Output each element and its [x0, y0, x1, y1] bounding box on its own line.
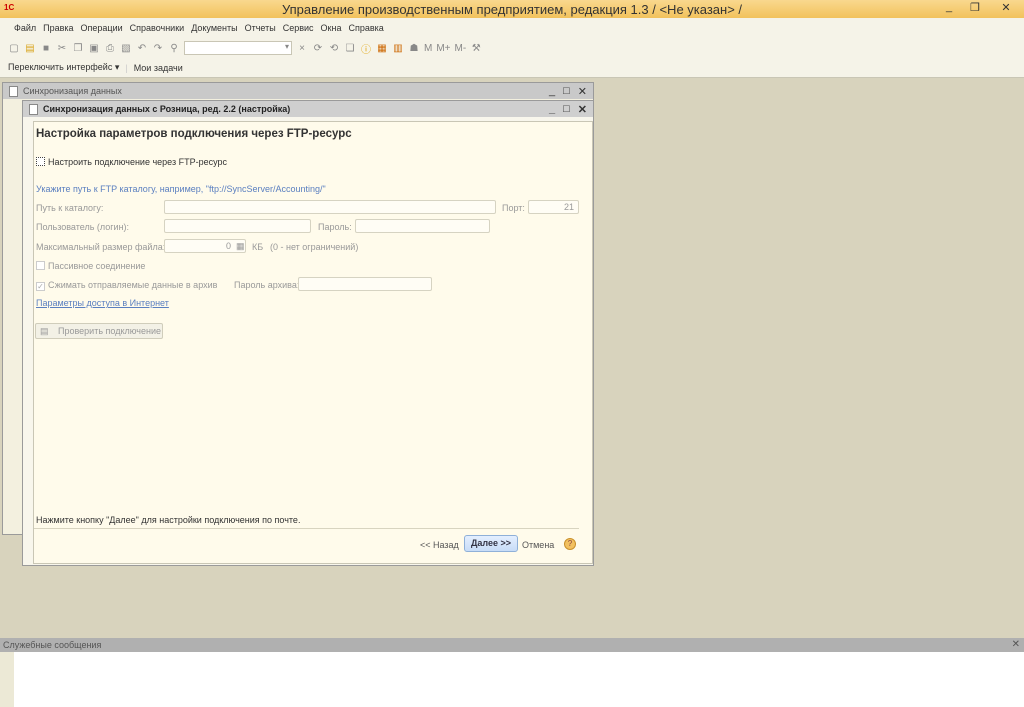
new-icon[interactable]: ▢ [8, 43, 20, 54]
check-icon: ▤ [40, 326, 49, 336]
calendar-icon[interactable]: ▥ [392, 43, 404, 54]
password-input[interactable] [355, 219, 490, 233]
users-icon[interactable]: ☗ [408, 43, 420, 54]
calculator-icon[interactable]: ▦ [376, 43, 388, 54]
title-bar: 1С Управление производственным предприят… [0, 0, 1024, 18]
preview-icon[interactable]: ▧ [120, 43, 132, 54]
document-icon [29, 103, 38, 115]
menu-bar: Файл Правка Операции Справочники Докумен… [0, 18, 1024, 38]
user-label: Пользователь (логин): [36, 222, 130, 232]
close-button[interactable]: ✕ [988, 0, 1024, 16]
restore-button[interactable]: ❐ [970, 1, 980, 14]
page-heading: Настройка параметров подключения через F… [36, 128, 352, 140]
my-tasks-button[interactable]: Мои задачи [134, 63, 183, 73]
menu-reports[interactable]: Отчеты [245, 23, 276, 33]
divider [34, 528, 579, 529]
check-connection-label: Проверить подключение [58, 326, 161, 336]
menu-help[interactable]: Справка [348, 23, 383, 33]
close-icon[interactable]: ✕ [1012, 638, 1020, 652]
passive-checkbox[interactable]: Пассивное соединение [36, 261, 145, 271]
port-label: Порт: [502, 203, 525, 213]
menu-windows[interactable]: Окна [321, 23, 342, 33]
copy-icon[interactable]: ❐ [72, 43, 84, 54]
cancel-button[interactable]: Отмена [522, 540, 554, 550]
maximize-icon[interactable]: □ [563, 103, 570, 116]
find-next-icon[interactable]: ⟳ [312, 43, 324, 54]
menu-catalogs[interactable]: Справочники [130, 23, 185, 33]
menu-edit[interactable]: Правка [43, 23, 73, 33]
memory-button[interactable]: M [424, 43, 432, 54]
maxsize-note: (0 - нет ограничений) [270, 242, 359, 252]
find-prev-icon[interactable]: ⟲ [328, 43, 340, 54]
redo-icon[interactable]: ↷ [152, 43, 164, 54]
open-icon[interactable]: ▤ [24, 43, 36, 54]
save-icon[interactable]: ■ [40, 43, 52, 54]
minimize-button[interactable]: _ [946, 1, 952, 13]
search-icon[interactable]: ⚲ [168, 43, 180, 54]
sync-dialog: Синхронизация данных с Розница, ред. 2.2… [22, 100, 594, 566]
memory-minus-button[interactable]: M- [455, 43, 467, 54]
menu-service[interactable]: Сервис [283, 23, 314, 33]
ftp-checkbox-label: Настроить подключение через FTP-ресурс [48, 157, 227, 167]
undo-icon[interactable]: ↶ [136, 43, 148, 54]
cut-icon[interactable]: ✂ [56, 43, 68, 54]
panel-toolbar: Переключить интерфейс ▾ | Мои задачи [0, 58, 1024, 78]
maxsize-unit: КБ [252, 242, 264, 252]
maximize-icon[interactable]: □ [563, 85, 570, 98]
check-connection-button[interactable]: ▤ Проверить подключение [35, 323, 163, 339]
search-input[interactable]: ▾ [184, 41, 292, 55]
password-label: Пароль: [318, 222, 352, 232]
menu-documents[interactable]: Документы [191, 23, 237, 33]
calculator-icon[interactable]: ▦ [236, 241, 245, 252]
menu-operations[interactable]: Операции [81, 23, 123, 33]
memory-plus-button[interactable]: M+ [436, 43, 450, 54]
windows-icon[interactable]: ❏ [344, 43, 356, 54]
window-title: Управление производственным предприятием… [281, 2, 743, 17]
user-input[interactable] [164, 219, 311, 233]
paste-icon[interactable]: ▣ [88, 43, 100, 54]
back-button[interactable]: << Назад [420, 540, 459, 550]
port-input[interactable]: 21 [528, 200, 579, 214]
menu-file[interactable]: Файл [14, 23, 36, 33]
messages-strip [0, 652, 14, 707]
maxsize-label: Максимальный размер файла: [36, 242, 166, 252]
help-icon[interactable]: ? [564, 538, 576, 550]
toolbar: ▢ ▤ ■ ✂ ❐ ▣ ⎙ ▧ ↶ ↷ ⚲ ▾ × ⟳ ⟲ ❏ ⓘ ▦ ▥ ☗ … [0, 38, 1024, 58]
ftp-checkbox[interactable]: Настроить подключение через FTP-ресурс [36, 157, 227, 167]
maxsize-input[interactable]: 0 [164, 239, 246, 253]
chevron-down-icon[interactable]: ▾ [285, 42, 289, 51]
outer-window-title: Синхронизация данных [23, 86, 122, 96]
ftp-hint: Укажите путь к FTP каталогу, например, "… [36, 184, 326, 194]
archive-password-input[interactable] [298, 277, 432, 291]
minimize-icon[interactable]: _ [549, 103, 555, 116]
print-icon[interactable]: ⎙ [104, 43, 116, 54]
minimize-icon[interactable]: _ [549, 85, 555, 98]
tools-icon[interactable]: ⚒ [470, 43, 482, 54]
clear-icon[interactable]: × [296, 43, 308, 54]
next-button[interactable]: Далее >> [464, 535, 518, 552]
messages-area[interactable] [14, 652, 1024, 707]
dialog-content: Настройка параметров подключения через F… [33, 121, 593, 564]
document-icon [9, 85, 18, 97]
close-icon[interactable]: ✕ [578, 103, 587, 116]
compress-checkbox[interactable]: ✓ Сжимать отправляемые данные в архив [36, 280, 217, 291]
internet-settings-link[interactable]: Параметры доступа в Интернет [36, 298, 169, 308]
footer-note: Нажмите кнопку "Далее" для настройки под… [36, 515, 301, 525]
compress-label: Сжимать отправляемые данные в архив [48, 280, 218, 290]
close-icon[interactable]: ✕ [578, 85, 587, 98]
info-icon[interactable]: ⓘ [360, 41, 372, 56]
messages-panel-header: Служебные сообщения ✕ [0, 638, 1024, 652]
archive-password-label: Пароль архива: [234, 280, 300, 290]
switch-interface-button[interactable]: Переключить интерфейс ▾ [8, 62, 119, 73]
path-input[interactable] [164, 200, 496, 214]
messages-title: Служебные сообщения [3, 640, 102, 650]
dialog-title: Синхронизация данных с Розница, ред. 2.2… [43, 104, 291, 114]
path-label: Путь к каталогу: [36, 203, 104, 213]
passive-label: Пассивное соединение [48, 261, 146, 271]
